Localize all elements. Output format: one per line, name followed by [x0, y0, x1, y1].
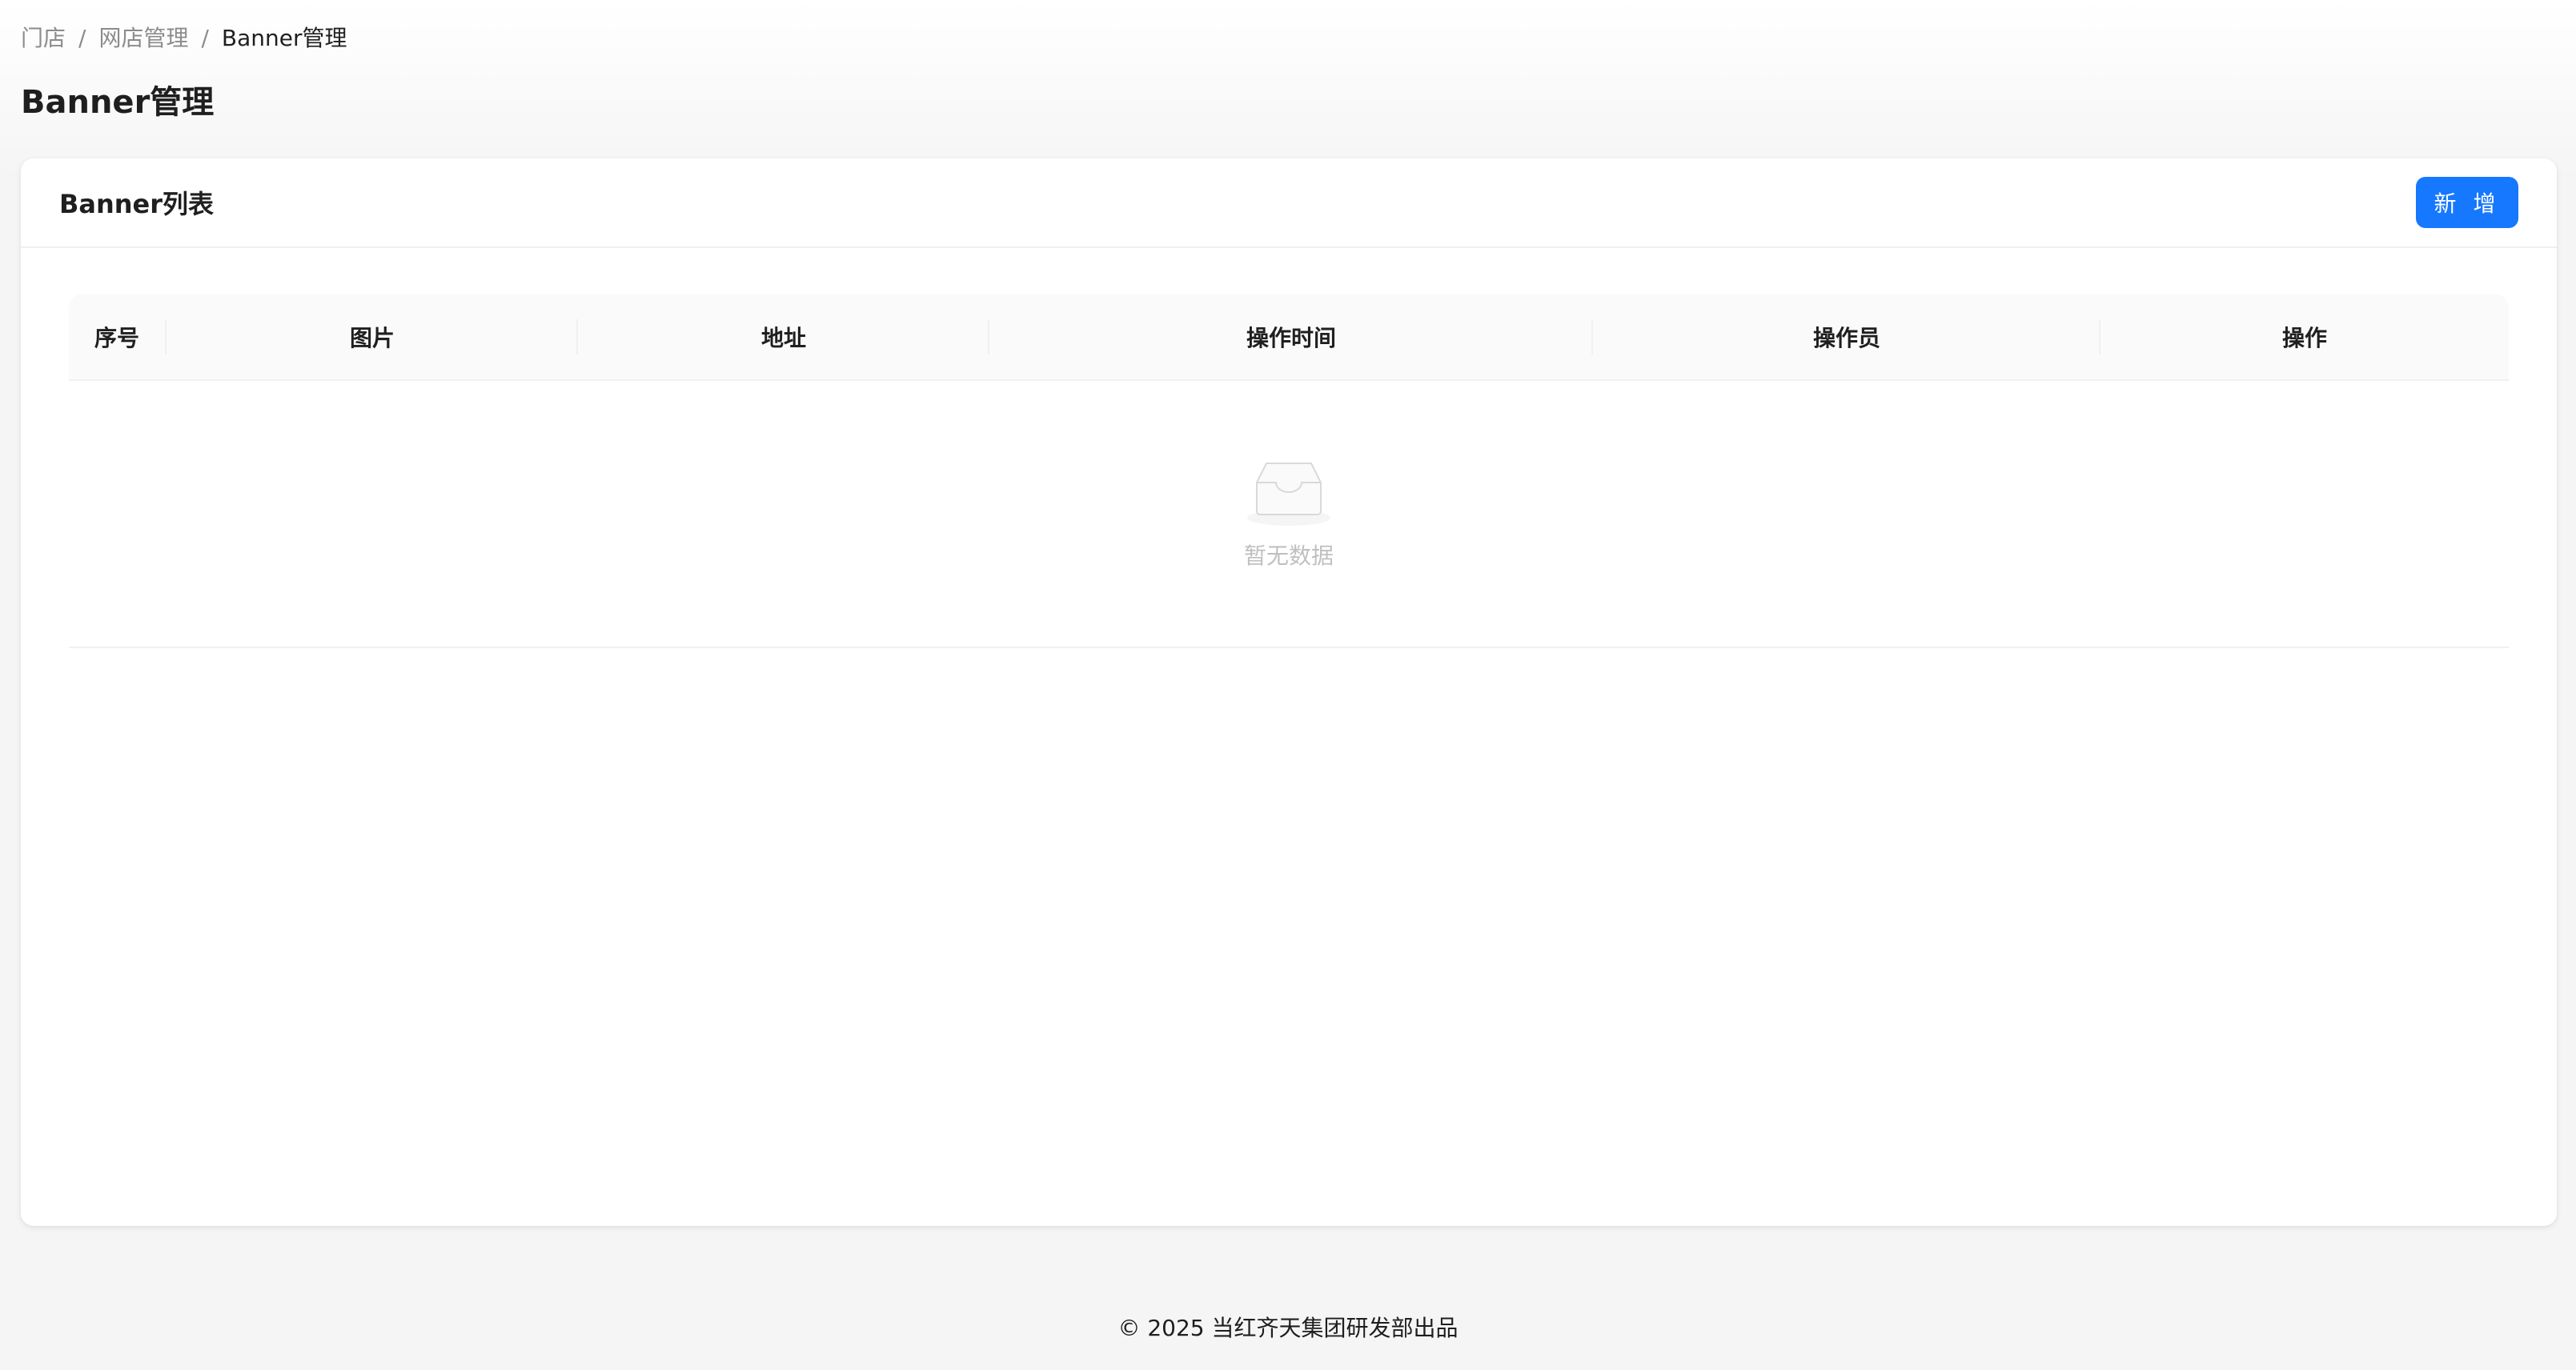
footer: © 2025 当红齐天集团研发部出品 [0, 1309, 2576, 1348]
breadcrumb-item-current: Banner管理 [221, 25, 347, 51]
column-header-image: 图片 [167, 294, 578, 379]
column-header-operation-time: 操作时间 [989, 294, 1593, 379]
card-header: Banner列表 新 增 [21, 158, 2557, 248]
breadcrumb-item-store[interactable]: 门店 [21, 21, 66, 56]
footer-text: 2025 当红齐天集团研发部出品 [1147, 1315, 1459, 1341]
breadcrumb: 门店 / 网店管理 / Banner管理 [21, 21, 347, 56]
column-header-address: 地址 [578, 294, 989, 379]
column-header-operator: 操作员 [1593, 294, 2101, 379]
column-header-index: 序号 [69, 294, 167, 379]
table-header: 序号 图片 地址 操作时间 操作员 操作 [69, 294, 2509, 381]
breadcrumb-separator: / [78, 25, 86, 51]
card-body: 序号 图片 地址 操作时间 操作员 操作 暂无数据 [21, 248, 2557, 648]
page-title: Banner管理 [21, 84, 215, 121]
banner-list-card: Banner列表 新 增 序号 图片 地址 操作时间 操作员 操作 暂无数据 [21, 158, 2557, 1226]
table-empty-state: 暂无数据 [69, 381, 2509, 648]
banner-table: 序号 图片 地址 操作时间 操作员 操作 暂无数据 [69, 294, 2509, 648]
add-button[interactable]: 新 增 [2416, 177, 2518, 228]
breadcrumb-item-online-store[interactable]: 网店管理 [98, 21, 188, 56]
empty-text: 暂无数据 [1243, 543, 1334, 569]
copyright-icon: © [1117, 1315, 1141, 1341]
column-header-actions: 操作 [2281, 325, 2327, 351]
card-title: Banner列表 [59, 189, 215, 219]
empty-inbox-icon [1247, 463, 1330, 526]
breadcrumb-separator: / [201, 25, 209, 51]
